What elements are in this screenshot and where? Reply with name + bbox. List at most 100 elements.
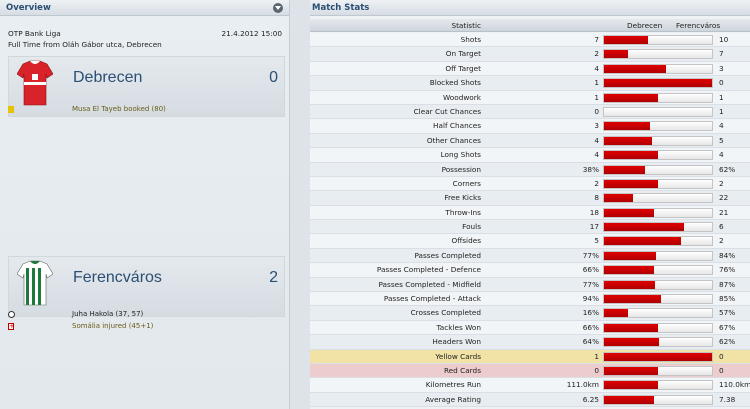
stat-name: Tackles Won xyxy=(436,322,481,332)
stat-comparison-bar xyxy=(603,35,713,45)
away-team-name[interactable]: Ferencváros xyxy=(73,269,162,287)
home-share-fill xyxy=(604,79,712,88)
table-row: Half Chances 3 4 xyxy=(310,119,750,134)
home-share-fill xyxy=(604,208,654,217)
home-value: 18 xyxy=(589,207,599,217)
home-event-row: Musa El Tayeb booked (80) xyxy=(8,104,285,115)
stat-name: Passes Completed - Attack xyxy=(383,294,481,304)
column-away-team[interactable]: Ferencváros xyxy=(676,19,720,32)
away-value: 87% xyxy=(719,279,736,289)
home-team-name[interactable]: Debrecen xyxy=(73,69,142,87)
column-statistic[interactable]: Statistic xyxy=(451,19,481,32)
stat-name: Corners xyxy=(452,178,481,188)
home-share-fill xyxy=(604,36,649,44)
home-value: 66% xyxy=(582,322,599,332)
venue-label: Full Time from Oláh Gábor utca, Debrecen xyxy=(8,40,162,49)
stats-table-body: Shots 7 10 On Target 2 7 Off Target 4 3 Blocked S… xyxy=(310,33,750,408)
home-share-fill xyxy=(604,395,654,404)
home-share-fill xyxy=(604,194,634,203)
stat-comparison-bar xyxy=(603,121,713,132)
table-row: Other Chances 4 5 xyxy=(310,133,750,149)
stat-name: Kilometres Run xyxy=(425,380,481,390)
stat-name: Long Shots xyxy=(440,150,481,160)
home-share-fill xyxy=(604,323,658,332)
home-share-fill xyxy=(604,266,654,275)
away-value: 62% xyxy=(719,337,736,347)
home-event-text[interactable]: Musa El Tayeb booked (80) xyxy=(72,104,166,115)
stat-name: Yellow Cards xyxy=(435,351,481,361)
stat-comparison-bar xyxy=(603,150,713,161)
away-team-score: 2 xyxy=(269,269,278,286)
stat-name: Passes Completed - Defence xyxy=(376,265,481,275)
stat-comparison-bar xyxy=(603,164,713,175)
away-value: 7.38 xyxy=(719,394,736,404)
home-share-fill xyxy=(604,309,628,318)
away-event-row-injury: Somália injured (45+1) xyxy=(8,321,285,332)
home-share-fill xyxy=(604,93,658,102)
away-value: 10 xyxy=(719,35,729,44)
home-share-fill xyxy=(604,136,652,145)
home-value: 17 xyxy=(589,222,599,232)
stat-comparison-bar xyxy=(603,250,713,261)
stat-name: Blocked Shots xyxy=(429,78,481,88)
home-value: 0 xyxy=(594,106,599,116)
away-value: 22 xyxy=(719,193,729,203)
stat-comparison-bar xyxy=(603,394,713,405)
overview-title: Overview xyxy=(6,3,51,13)
away-value: 0 xyxy=(719,78,724,88)
stat-name: Passes Completed xyxy=(414,250,481,260)
home-share-fill xyxy=(604,64,666,73)
competition-label[interactable]: OTP Bank Liga xyxy=(8,29,61,38)
home-share-fill xyxy=(604,381,658,390)
collapse-icon[interactable] xyxy=(273,3,283,13)
table-row: Corners 2 2 xyxy=(310,176,750,192)
stat-name: Passes Completed - Midfield xyxy=(378,279,481,289)
table-row: Yellow Cards 1 0 xyxy=(310,349,750,364)
ball-icon xyxy=(8,311,15,318)
stat-comparison-bar xyxy=(603,351,713,362)
stat-name: Average Rating xyxy=(425,394,481,404)
away-value: 0 xyxy=(719,365,724,375)
away-value: 57% xyxy=(719,308,736,318)
home-value: 4 xyxy=(594,150,599,160)
away-shirt-icon xyxy=(17,260,53,306)
stat-comparison-bar xyxy=(603,365,713,376)
away-value: 21 xyxy=(719,207,729,217)
table-row: Headers Won 64% 62% xyxy=(310,335,750,350)
stat-name: Half Chances xyxy=(433,121,481,131)
table-row: Blocked Shots 1 0 xyxy=(310,76,750,91)
column-home-team[interactable]: Debrecen xyxy=(627,19,662,32)
away-value: 6 xyxy=(719,222,724,232)
table-row: Tackles Won 66% 67% xyxy=(310,320,750,336)
table-row: Woodwork 1 1 xyxy=(310,90,750,105)
stat-name: Offsides xyxy=(451,236,481,246)
stat-name: Other Chances xyxy=(426,135,481,145)
table-row: Free Kicks 8 22 xyxy=(310,191,750,206)
stat-comparison-bar xyxy=(603,63,713,74)
overview-panel: Overview OTP Bank Liga 21.4.2012 15:00 F… xyxy=(0,0,290,409)
table-row: Passes Completed 77% 84% xyxy=(310,248,750,264)
away-value: 76% xyxy=(719,265,736,275)
stat-comparison-bar xyxy=(603,380,713,391)
home-share-fill xyxy=(604,251,656,260)
away-value: 1 xyxy=(719,92,724,102)
home-share-fill xyxy=(604,338,660,347)
match-stats-header: Match Stats xyxy=(310,0,750,16)
home-share-fill xyxy=(604,223,684,232)
table-row: Offsides 5 2 xyxy=(310,234,750,249)
away-injury-text[interactable]: Somália injured (45+1) xyxy=(72,321,153,332)
stat-comparison-bar xyxy=(603,207,713,218)
home-value: 1 xyxy=(594,92,599,102)
stat-name: Possession xyxy=(441,164,481,174)
table-row: Fouls 17 6 xyxy=(310,220,750,235)
home-share-fill xyxy=(604,151,658,160)
away-goal-text[interactable]: Juha Hakola (37, 57) xyxy=(72,309,143,320)
stat-name: Crosses Completed xyxy=(410,308,481,318)
home-value: 2 xyxy=(594,49,599,59)
home-value: 6.25 xyxy=(582,394,599,404)
table-row: Passes Completed - Attack 94% 85% xyxy=(310,292,750,307)
home-share-fill xyxy=(604,179,658,188)
home-value: 4 xyxy=(594,63,599,73)
home-value: 94% xyxy=(582,294,599,304)
stat-comparison-bar xyxy=(603,236,713,247)
